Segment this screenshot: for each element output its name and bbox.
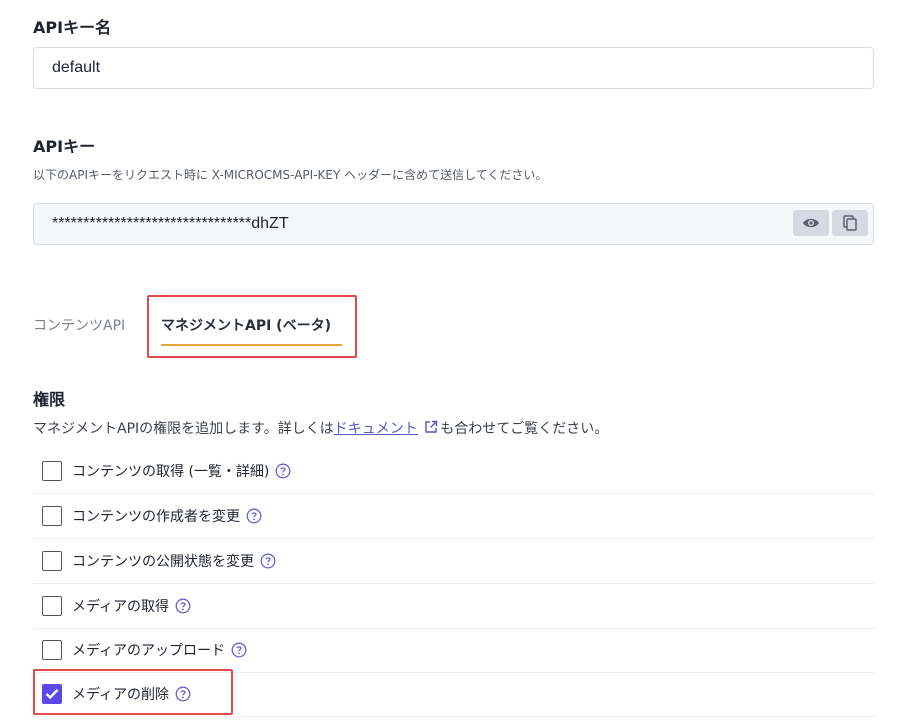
permissions-desc-before: マネジメントAPIの権限を追加します。詳しくは: [33, 421, 334, 437]
permission-row[interactable]: メディアのアップロード: [33, 627, 876, 673]
external-link-icon: [425, 420, 438, 433]
show-key-button[interactable]: [793, 210, 829, 236]
permission-label: コンテンツの取得 (一覧・詳細): [72, 463, 270, 480]
permission-label: コンテンツの公開状態を変更: [72, 553, 254, 570]
permission-checkbox[interactable]: [42, 639, 62, 660]
permissions-description: マネジメントAPIの権限を追加します。詳しくはドキュメント も合わせてご覧くださ…: [33, 418, 608, 438]
api-key-label: APIキー: [33, 137, 96, 156]
permission-row[interactable]: コンテンツの公開状態を変更: [33, 538, 876, 584]
api-key-name-input[interactable]: [33, 47, 874, 89]
permission-row[interactable]: メディアの取得: [33, 583, 876, 629]
permission-checkbox[interactable]: [42, 550, 62, 571]
help-icon[interactable]: [246, 508, 262, 524]
help-icon[interactable]: [231, 642, 247, 658]
permission-row[interactable]: コンテンツの作成者を変更: [33, 493, 876, 539]
permission-label: メディアの取得: [72, 598, 170, 615]
copy-key-button[interactable]: [832, 210, 868, 236]
permission-label: コンテンツの作成者を変更: [72, 508, 240, 525]
highlight-box-tab: [147, 295, 357, 358]
permissions-title: 権限: [33, 390, 66, 409]
api-key-name-label: APIキー名: [33, 18, 112, 37]
permission-checkbox[interactable]: [42, 505, 62, 526]
permission-row[interactable]: コンテンツの取得 (一覧・詳細): [33, 448, 876, 494]
permission-label: メディアのアップロード: [72, 642, 226, 659]
api-key-value: ********************************dhZT: [52, 215, 289, 232]
help-icon[interactable]: [275, 463, 291, 479]
help-icon[interactable]: [175, 598, 191, 614]
tab-contents-api[interactable]: コンテンツAPI: [33, 315, 125, 335]
api-key-help-text: 以下のAPIキーをリクエスト時に X-MICROCMS-API-KEY ヘッダー…: [33, 168, 548, 182]
copy-icon: [843, 215, 857, 231]
help-icon[interactable]: [260, 553, 276, 569]
permission-checkbox[interactable]: [42, 460, 62, 481]
docs-link[interactable]: ドキュメント: [334, 421, 418, 437]
api-key-field[interactable]: ********************************dhZT: [33, 203, 874, 245]
permission-checkbox[interactable]: [42, 595, 62, 616]
permissions-desc-after: も合わせてご覧ください。: [440, 421, 609, 437]
eye-icon: [803, 218, 819, 228]
highlight-box-checkbox: [33, 669, 233, 715]
